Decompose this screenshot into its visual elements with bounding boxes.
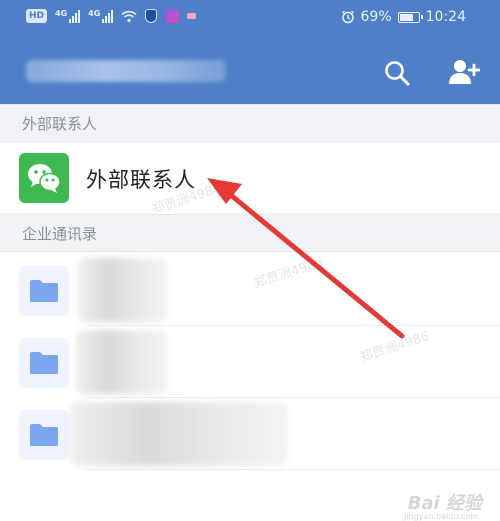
- directory-item[interactable]: [0, 398, 500, 470]
- site-url-watermark: jingyan.baidu.com: [404, 512, 478, 521]
- folder-icon: [19, 266, 69, 316]
- wifi-icon: [121, 10, 137, 22]
- directory-item[interactable]: [0, 326, 500, 398]
- app-small-icon: [187, 13, 197, 19]
- search-button[interactable]: [382, 58, 412, 88]
- signal-icon-2: 4G: [88, 9, 114, 23]
- folder-icon: [19, 410, 69, 460]
- wechat-icon: [19, 153, 69, 203]
- add-contact-icon: [449, 60, 481, 84]
- directory-item-name: [76, 330, 168, 394]
- app-screen: HD 4G 4G 69% 10:24 外部联系人 外部联系人 企业通讯录 郑贾洲…: [0, 0, 500, 521]
- signal-label: 4G: [55, 9, 68, 18]
- status-right-icons: 69% 10:24: [341, 9, 466, 25]
- blurred-title: [26, 60, 226, 82]
- add-contact-button[interactable]: [448, 56, 481, 88]
- section-header-external: 外部联系人: [0, 104, 500, 142]
- signal-icon: 4G: [55, 9, 81, 23]
- status-bar: HD 4G 4G 69% 10:24: [0, 0, 500, 36]
- site-watermark: Bai 经验: [407, 493, 482, 514]
- section-header-directory: 企业通讯录: [0, 214, 500, 252]
- battery-icon: [397, 11, 423, 23]
- battery-percent: 69%: [360, 9, 392, 25]
- alarm-icon: [341, 10, 354, 24]
- external-contacts-row[interactable]: 外部联系人: [0, 142, 500, 214]
- hd-badge: HD: [26, 9, 48, 23]
- status-left-icons: HD 4G 4G: [26, 9, 197, 23]
- shield-app-icon: [145, 9, 158, 23]
- directory-item-name: [78, 258, 168, 322]
- status-time: 10:24: [425, 9, 466, 25]
- directory-item-name: [70, 402, 288, 466]
- row-divider: [86, 469, 500, 470]
- app-notification-icon: [165, 9, 180, 23]
- external-contacts-label: 外部联系人: [86, 168, 196, 192]
- directory-item[interactable]: [0, 254, 500, 326]
- signal-label-2: 4G: [88, 9, 101, 18]
- folder-icon: [19, 338, 69, 388]
- search-icon: [385, 61, 410, 86]
- header-bar: HD 4G 4G 69% 10:24: [0, 0, 500, 104]
